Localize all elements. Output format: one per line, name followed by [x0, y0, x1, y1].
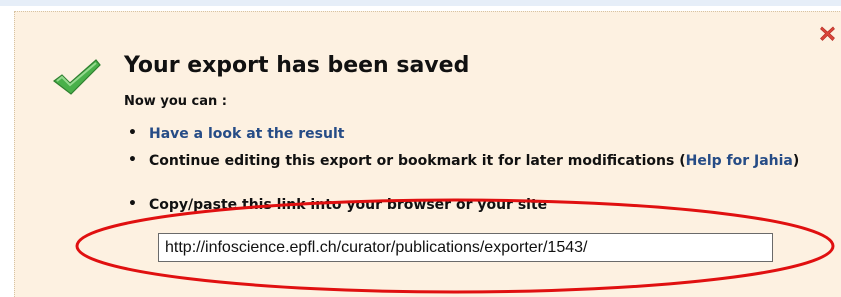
export-url-field[interactable]: [158, 233, 773, 262]
copy-paste-text: Copy/paste this link into your browser o…: [149, 197, 548, 213]
bullet-icon: •: [128, 125, 137, 141]
list-item: • Copy/paste this link into your browser…: [128, 196, 547, 214]
closing-paren: ): [792, 153, 800, 169]
checkmark-icon: [53, 59, 101, 95]
list-item: • Continue editing this export or bookma…: [128, 152, 829, 170]
continue-editing-text: Continue editing this export or bookmark…: [149, 153, 686, 169]
list-item: • Have a look at the result: [128, 125, 344, 143]
help-for-jahia-link[interactable]: Help for Jahia: [686, 153, 793, 169]
close-icon[interactable]: [819, 25, 836, 42]
result-link[interactable]: Have a look at the result: [149, 126, 344, 142]
top-band: [0, 0, 841, 6]
bullet-icon: •: [128, 196, 137, 212]
page-title: Your export has been saved: [124, 53, 470, 78]
bullet-icon: •: [128, 152, 137, 168]
subtitle: Now you can :: [124, 94, 227, 109]
